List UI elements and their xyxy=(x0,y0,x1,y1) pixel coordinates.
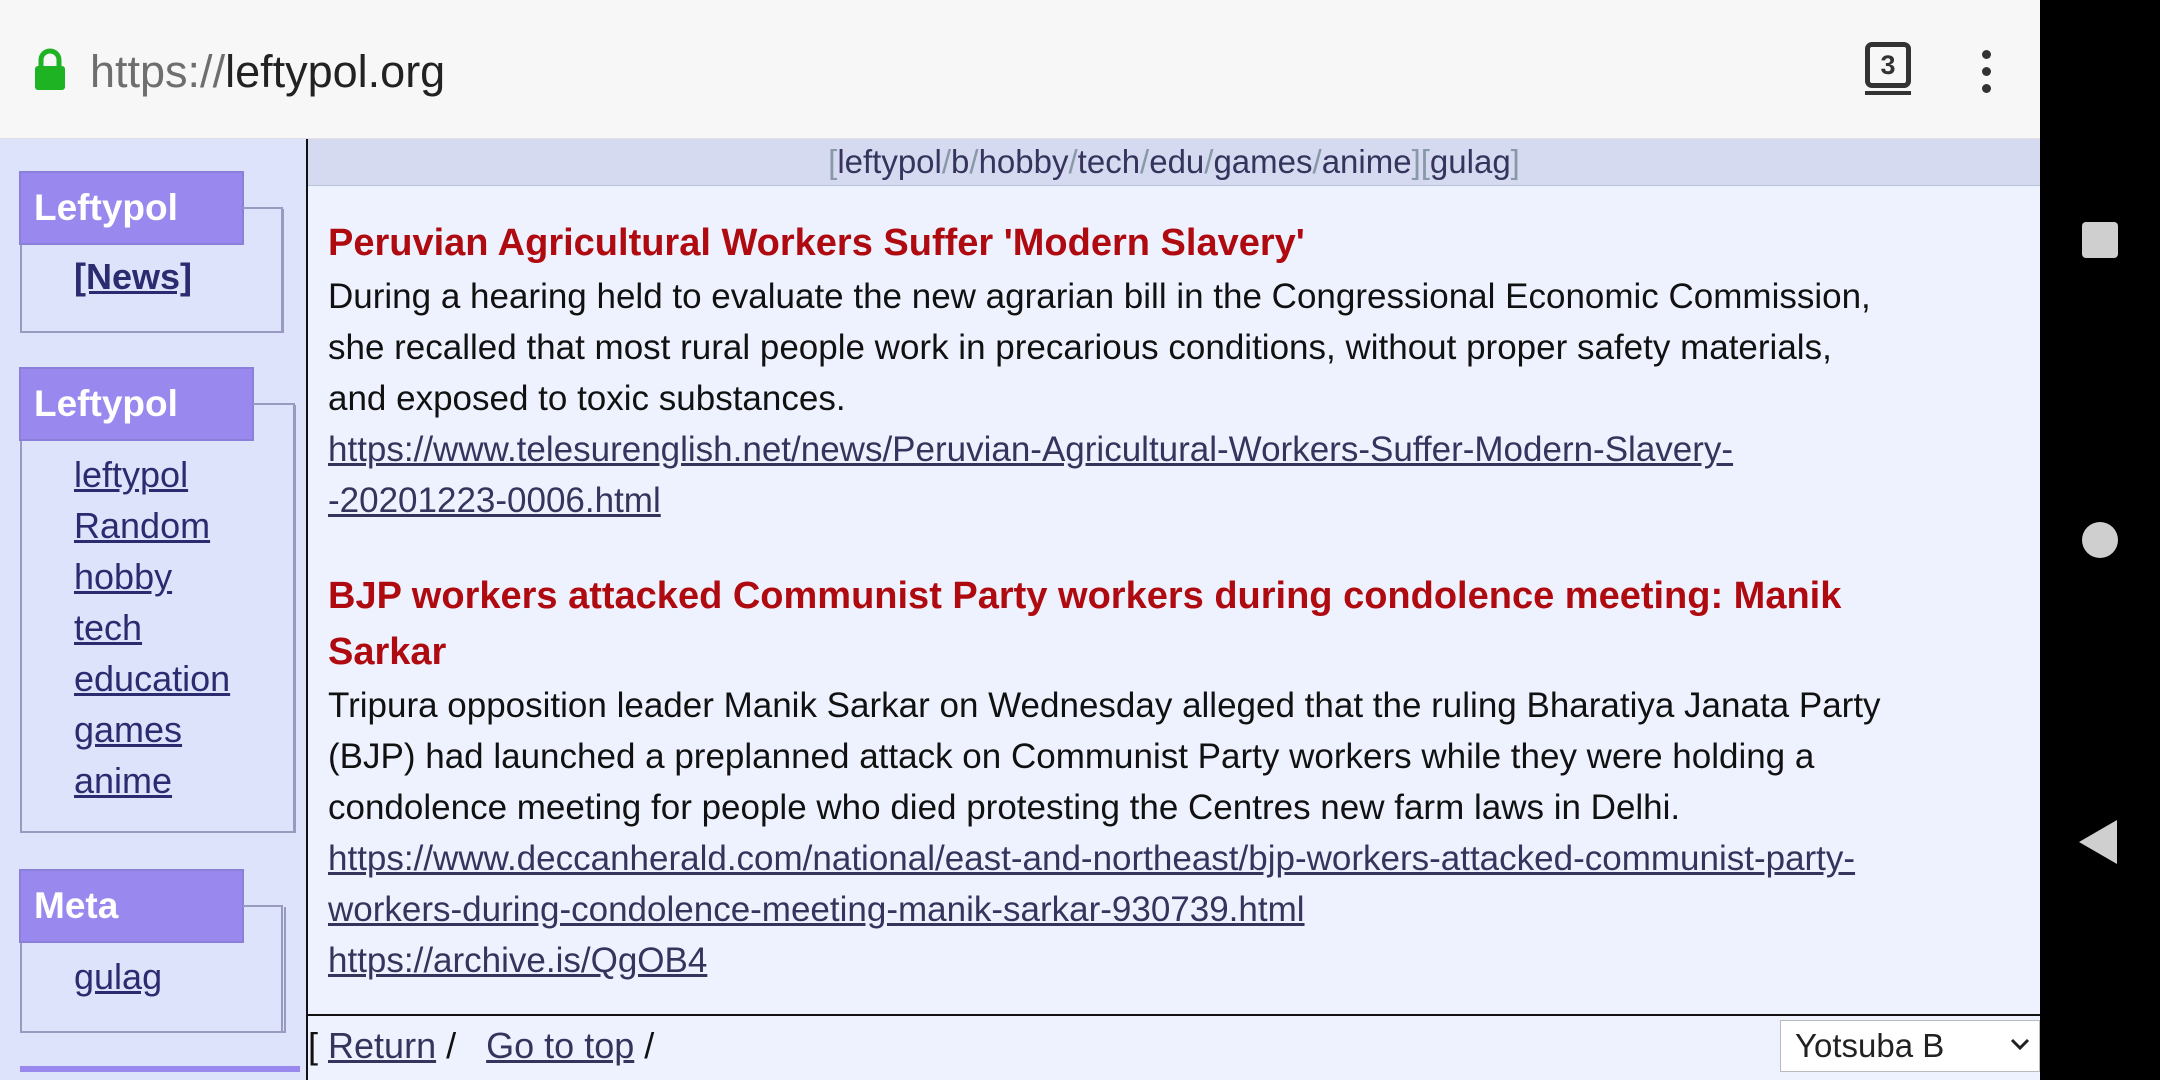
sidebar: Leftypol [News] Leftypol leftypol Random… xyxy=(0,139,308,1080)
sidebar-item-hobby[interactable]: hobby xyxy=(74,551,230,602)
news-body: Tripura opposition leader Manik Sarkar o… xyxy=(328,680,1888,986)
news-archive-link[interactable]: https://archive.is/QgOB4 xyxy=(328,941,707,980)
sidebar-box-boards: Leftypol leftypol Random hobby tech educ… xyxy=(19,367,296,833)
sidebar-box-title: Meta xyxy=(19,869,244,943)
sidebar-item-random[interactable]: Random xyxy=(74,500,230,551)
sidebar-item-education[interactable]: education xyxy=(74,653,230,704)
home-icon[interactable] xyxy=(2082,522,2118,558)
sidebar-item-tech[interactable]: tech xyxy=(74,602,230,653)
news-item: BJP workers attacked Communist Party wor… xyxy=(328,568,1888,986)
news-text: Tripura opposition leader Manik Sarkar o… xyxy=(328,686,1881,827)
sidebar-box-title: Leftypol xyxy=(19,367,254,441)
sidebar-item-anime[interactable]: anime xyxy=(74,755,230,806)
web-page: Leftypol [News] Leftypol leftypol Random… xyxy=(0,139,2040,1080)
news-item: Peruvian Agricultural Workers Suffer 'Mo… xyxy=(328,215,1888,526)
sidebar-item-gulag[interactable]: gulag xyxy=(74,951,162,1002)
url-host: leftypol.org xyxy=(225,46,446,97)
return-link[interactable]: Return xyxy=(328,1025,436,1066)
news-title: BJP workers attacked Communist Party wor… xyxy=(328,575,1842,673)
url-field[interactable]: https://leftypol.org xyxy=(90,44,445,100)
sidebar-item-leftypol[interactable]: leftypol xyxy=(74,449,230,500)
style-select[interactable]: Yotsuba B xyxy=(1780,1020,2040,1072)
news-text: During a hearing held to evaluate the ne… xyxy=(328,277,1871,418)
news-body: During a hearing held to evaluate the ne… xyxy=(328,271,1888,526)
board-link-leftypol[interactable]: leftypol xyxy=(837,143,942,180)
sidebar-item-games[interactable]: games xyxy=(74,704,230,755)
sidebar-next-box-edge xyxy=(20,1066,300,1072)
browser-toolbar: https://leftypol.org 3 xyxy=(0,0,2040,139)
back-icon[interactable] xyxy=(2079,820,2117,864)
separator-slash: / xyxy=(446,1025,457,1066)
bracket-text: [ xyxy=(308,1025,319,1066)
bottom-bar: [ Return / Go to top / Yotsuba B xyxy=(308,1014,2040,1080)
news-title: Peruvian Agricultural Workers Suffer 'Mo… xyxy=(328,222,1305,264)
separator-slash: / xyxy=(644,1025,655,1066)
chevron-down-icon xyxy=(2010,1038,2030,1051)
sidebar-item-news[interactable]: [News] xyxy=(74,251,192,302)
board-link-hobby[interactable]: hobby xyxy=(979,143,1069,180)
sidebar-box-meta: Meta gulag xyxy=(19,869,286,1033)
overflow-menu-icon[interactable] xyxy=(1982,50,1992,94)
board-link-edu[interactable]: edu xyxy=(1149,143,1204,180)
board-link-anime[interactable]: anime xyxy=(1322,143,1412,180)
board-link-b[interactable]: b xyxy=(951,143,969,180)
board-link-games[interactable]: games xyxy=(1213,143,1312,180)
sidebar-box-news: Leftypol [News] xyxy=(19,171,284,333)
news-link[interactable]: https://www.deccanherald.com/national/ea… xyxy=(328,839,1855,929)
news-link[interactable]: https://www.telesurenglish.net/news/Peru… xyxy=(328,430,1733,520)
style-select-value: Yotsuba B xyxy=(1795,1027,1945,1064)
lock-icon xyxy=(35,48,65,90)
board-link-tech[interactable]: tech xyxy=(1078,143,1140,180)
tab-count: 3 xyxy=(1880,50,1896,80)
tab-switcher-button[interactable]: 3 xyxy=(1865,42,1911,95)
recents-icon[interactable] xyxy=(2082,222,2118,258)
board-link-gulag[interactable]: gulag xyxy=(1430,143,1511,180)
news-list: Peruvian Agricultural Workers Suffer 'Mo… xyxy=(328,215,1888,1028)
board-list: [leftypol/b/hobby/tech/edu/games/anime][… xyxy=(308,139,2040,186)
go-to-top-link[interactable]: Go to top xyxy=(486,1025,634,1066)
url-scheme: https:// xyxy=(90,46,226,97)
sidebar-box-title: Leftypol xyxy=(19,171,244,245)
